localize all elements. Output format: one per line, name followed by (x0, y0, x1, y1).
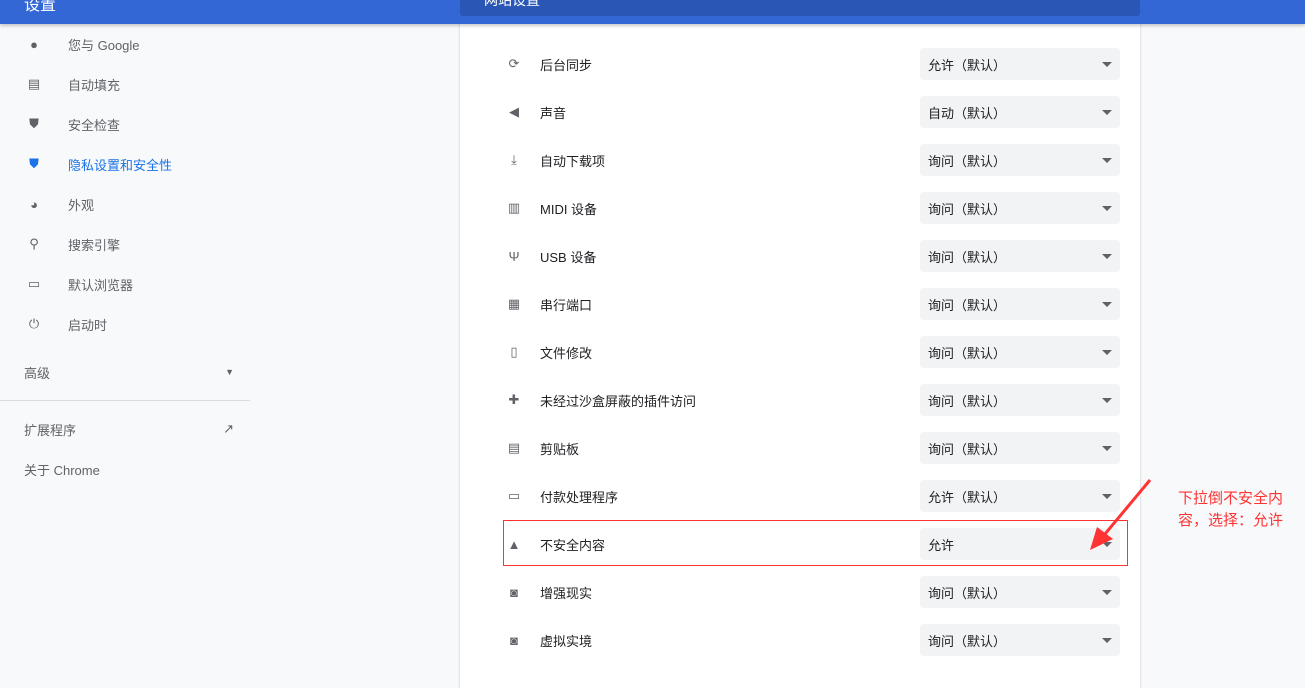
setting-row: ✚ 未经过沙盒屏蔽的插件访问 询问（默认） (504, 376, 1120, 424)
setting-row: ⟳ 后台同步 允许（默认） (504, 40, 1120, 88)
setting-dropdown[interactable]: 询问（默认） (920, 192, 1120, 224)
sidebar-item-label: 外观 (68, 197, 95, 213)
sidebar-item-4[interactable]: ◕ 外观 (0, 184, 250, 224)
setting-label: 自动下载项 (540, 153, 606, 169)
sidebar-item-6[interactable]: ▭ 默认浏览器 (0, 264, 250, 304)
setting-label: 文件修改 (540, 345, 593, 361)
top-bar: 设置 网站设置 (0, 0, 1305, 24)
setting-row: ◀ 声音 自动（默认） (504, 88, 1120, 136)
setting-row: ▯ 文件修改 询问（默认） (504, 328, 1120, 376)
setting-dropdown[interactable]: 询问（默认） (920, 144, 1120, 176)
setting-row: ▲ 不安全内容 允许 (504, 520, 1120, 568)
sidebar-item-label: 隐私设置和安全性 (68, 157, 173, 173)
shield-check-icon: ⛊ (29, 116, 39, 131)
setting-row: ⤓ 自动下载项 询问（默认） (504, 136, 1120, 184)
extensions-label: 扩展程序 (24, 422, 77, 438)
setting-dropdown[interactable]: 询问（默认） (920, 384, 1120, 416)
puzzle-icon: ✚ (508, 392, 520, 407)
serial-port-icon: ▦ (507, 296, 521, 311)
setting-row: Ψ USB 设备 询问（默认） (504, 232, 1120, 280)
search-icon: ⚲ (29, 236, 39, 251)
setting-label: USB 设备 (540, 249, 597, 265)
setting-dropdown[interactable]: 询问（默认） (920, 240, 1120, 272)
setting-dropdown[interactable]: 允许（默认） (920, 48, 1120, 80)
about-label: 关于 Chrome (24, 462, 100, 478)
sidebar-item-label: 启动时 (68, 317, 108, 333)
setting-dropdown[interactable]: 询问（默认） (920, 432, 1120, 464)
clipboard-icon: ▤ (507, 440, 521, 455)
setting-label: 未经过沙盒屏蔽的插件访问 (540, 393, 697, 409)
warning-icon: ▲ (507, 536, 521, 552)
setting-row: ▥ MIDI 设备 询问（默认） (504, 184, 1120, 232)
setting-label: 增强现实 (540, 585, 593, 601)
open-external-icon: ↗ (223, 421, 234, 436)
sidebar-item-7[interactable]: ⏻ 启动时 (0, 304, 250, 344)
sidebar-item-1[interactable]: ▤ 自动填充 (0, 64, 250, 104)
setting-label: 不安全内容 (540, 537, 606, 553)
sidebar: ● 您与 Google ▤ 自动填充 ⛊ 安全检查 ⛊ 隐私设置和安全性 ◕ 外观 ⚲ 搜索引擎 ▭ 默认… (0, 24, 250, 489)
setting-row: ◙ 虚拟实境 询问（默认） (504, 616, 1120, 664)
sidebar-item-0[interactable]: ● 您与 Google (0, 24, 250, 64)
arrow-annotation (1090, 479, 1152, 550)
setting-label: MIDI 设备 (540, 201, 598, 217)
sidebar-item-label: 默认浏览器 (68, 277, 134, 293)
advanced-label: 高级 (24, 365, 51, 381)
power-icon: ⏻ (28, 316, 40, 331)
palette-icon: ◕ (30, 196, 38, 212)
setting-dropdown[interactable]: 询问（默认） (920, 576, 1120, 608)
setting-dropdown[interactable]: 自动（默认） (920, 96, 1120, 128)
download-icon: ⤓ (511, 152, 517, 167)
volume-icon: ◀ (509, 104, 519, 119)
sidebar-item-label: 自动填充 (68, 77, 121, 93)
setting-label: 虚拟实境 (540, 633, 593, 649)
app-title: 设置 (24, 0, 57, 14)
advanced-toggle[interactable]: 高级 ▼ (0, 352, 250, 392)
subpage-header: 网站设置 (460, 0, 1140, 16)
setting-label: 后台同步 (540, 57, 593, 73)
setting-dropdown[interactable]: 询问（默认） (920, 336, 1120, 368)
setting-dropdown[interactable]: 询问（默认） (920, 624, 1120, 656)
setting-label: 剪贴板 (540, 441, 580, 457)
usb-icon: Ψ (508, 248, 520, 264)
browser-icon: ▭ (27, 276, 41, 291)
setting-row: ◙ 增强现实 询问（默认） (504, 568, 1120, 616)
clipboard-icon: ▤ (27, 76, 41, 91)
piano-icon: ▥ (507, 200, 521, 215)
sidebar-item-label: 安全检查 (68, 117, 121, 133)
sidebar-item-label: 您与 Google (68, 37, 140, 53)
setting-label: 串行端口 (540, 297, 593, 313)
sidebar-item-label: 搜索引擎 (68, 237, 121, 253)
file-edit-icon: ▯ (510, 344, 518, 359)
setting-label: 付款处理程序 (540, 489, 619, 505)
credit-card-icon: ▭ (507, 488, 521, 503)
vr-icon: ◙ (510, 584, 518, 600)
sidebar-item-5[interactable]: ⚲ 搜索引擎 (0, 224, 250, 264)
setting-label: 声音 (540, 105, 567, 121)
setting-row: ▤ 剪贴板 询问（默认） (504, 424, 1120, 472)
annotation-note: 下拉倒不安全内容，选择：允许 (1178, 490, 1284, 529)
sidebar-item-2[interactable]: ⛊ 安全检查 (0, 104, 250, 144)
extensions-link[interactable]: 扩展程序 ↗ (0, 409, 250, 449)
settings-card: ⟳ 后台同步 允许（默认） ◀ 声音 自动（默认） ⤓ 自动下载项 询问（默认） ▥ MIDI 设备… (460, 24, 1140, 688)
vr-icon: ◙ (510, 632, 518, 648)
sync-icon: ⟳ (508, 56, 520, 71)
person-icon: ● (30, 36, 38, 52)
about-chrome-link[interactable]: 关于 Chrome (0, 449, 250, 489)
shield-icon: ⛊ (29, 156, 39, 171)
sidebar-item-3[interactable]: ⛊ 隐私设置和安全性 (0, 144, 250, 184)
setting-row: ▦ 串行端口 询问（默认） (504, 280, 1120, 328)
setting-row: ▭ 付款处理程序 允许（默认） (504, 472, 1120, 520)
subpage-title: 网站设置 (484, 0, 540, 8)
chevron-down-icon: ▼ (225, 367, 234, 377)
setting-dropdown[interactable]: 询问（默认） (920, 288, 1120, 320)
divider (0, 400, 250, 401)
